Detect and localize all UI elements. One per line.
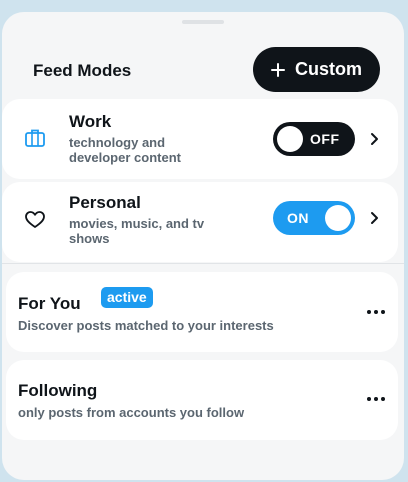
work-toggle[interactable]: OFF (273, 122, 355, 156)
mode-name: Work (69, 112, 112, 131)
chevron-right-icon[interactable] (369, 132, 379, 146)
feed-name: Following (18, 381, 98, 400)
toggle-knob (277, 126, 303, 152)
active-badge: active (101, 287, 153, 308)
feed-card-following[interactable]: Following only posts from accounts you f… (6, 360, 398, 440)
custom-button-label: Custom (295, 59, 362, 79)
plus-icon (271, 62, 285, 77)
sheet-grabber[interactable] (182, 20, 224, 24)
feed-modes-sheet: Feed Modes Custom Work technology and de… (2, 12, 404, 480)
feed-name: For You (18, 294, 81, 313)
toggle-label: ON (287, 210, 309, 226)
heart-icon (25, 211, 45, 228)
feed-description: Discover posts matched to your interests (18, 318, 274, 333)
personal-toggle[interactable]: ON (273, 201, 355, 235)
more-options-icon[interactable] (367, 310, 387, 316)
mode-description: technology and developer content (69, 135, 181, 165)
chevron-right-icon[interactable] (369, 211, 379, 225)
mode-card-personal[interactable]: Personal movies, music, and tv shows ON (2, 182, 398, 262)
section-divider (2, 263, 404, 264)
page-title: Feed Modes (33, 61, 132, 80)
more-options-icon[interactable] (367, 397, 387, 403)
briefcase-icon (25, 129, 45, 147)
custom-button[interactable]: Custom (253, 47, 380, 92)
feed-card-for-you[interactable]: For You Discover posts matched to your i… (6, 272, 398, 352)
mode-description: movies, music, and tv shows (69, 216, 205, 246)
mode-card-work[interactable]: Work technology and developer content OF… (2, 99, 398, 179)
toggle-label: OFF (310, 131, 340, 147)
feed-description: only posts from accounts you follow (18, 405, 245, 420)
toggle-knob (325, 205, 351, 231)
mode-name: Personal (69, 193, 141, 212)
